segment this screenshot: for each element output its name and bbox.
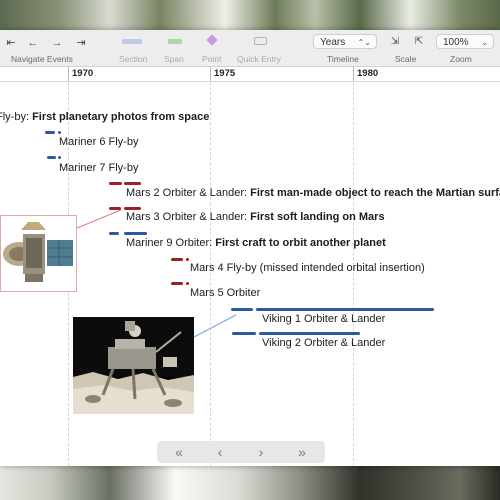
section-button[interactable]: Section: [119, 54, 147, 64]
event-highlight: First craft to orbit another planet: [215, 237, 386, 249]
event-bar[interactable]: [171, 282, 183, 285]
event-bar[interactable]: [47, 156, 56, 159]
event-bar[interactable]: [58, 156, 61, 159]
scale-shrink-icon[interactable]: ⇲: [386, 35, 404, 49]
ruler-year: 1980: [357, 68, 379, 79]
quick-entry-icon: [254, 37, 267, 45]
event-viking-2[interactable]: Viking 2 Orbiter & Lander: [262, 337, 385, 349]
event-bar[interactable]: [109, 232, 119, 235]
event-prefix: Mariner 9 Orbiter:: [126, 237, 216, 249]
span-icon: [168, 39, 182, 44]
timeline-select[interactable]: Years ⌃⌄: [313, 34, 377, 49]
next-page-icon[interactable]: ›: [241, 441, 281, 463]
event-bar[interactable]: [256, 308, 434, 311]
quick-entry-button[interactable]: Quick Entry: [237, 54, 281, 64]
event-prefix: Mars 3 Orbiter & Lander:: [126, 211, 251, 223]
scale-expand-icon[interactable]: ⇱: [410, 35, 428, 49]
previous-event-icon[interactable]: ←: [24, 36, 42, 50]
event-mars-4[interactable]: Mars 4 Fly-by (missed intended orbital i…: [190, 262, 425, 274]
span-button[interactable]: Span: [164, 54, 184, 64]
timeline-window: ⇤ ← → ⇥ Navigate Events Section Span Poi…: [0, 30, 500, 466]
event-mars-5[interactable]: Mars 5 Orbiter: [190, 287, 260, 299]
event-bar[interactable]: [231, 308, 253, 311]
event-prefix: Mars 2 Orbiter & Lander:: [126, 187, 251, 199]
event-bar[interactable]: [186, 282, 189, 285]
point-button[interactable]: Point: [202, 54, 221, 64]
mars-3-spacecraft-image[interactable]: [0, 215, 77, 292]
zoom-select[interactable]: 100% ⌄: [436, 34, 494, 49]
event-mariner-7[interactable]: Mariner 7 Fly-by: [59, 162, 138, 174]
ruler-year: 1970: [72, 68, 94, 79]
event-bar[interactable]: [109, 207, 121, 210]
previous-page-icon[interactable]: ‹: [200, 441, 240, 463]
navigate-events-label: Navigate Events: [11, 54, 73, 64]
chevron-down-icon: ⌄: [481, 38, 488, 47]
waterfall-image-top: [0, 0, 500, 30]
grid-line: [353, 82, 354, 466]
event-bar[interactable]: [124, 207, 141, 210]
event-prefix: Fly-by:: [0, 111, 29, 123]
last-page-icon[interactable]: »: [282, 441, 322, 463]
event-mars-2[interactable]: Mars 2 Orbiter & Lander: First man-made …: [126, 187, 500, 199]
event-bar[interactable]: [186, 258, 189, 261]
event-highlight: First man-made object to reach the Marti…: [250, 187, 500, 199]
event-mariner-9[interactable]: Mariner 9 Orbiter: First craft to orbit …: [126, 237, 386, 249]
connector-line-mars-3: [76, 209, 122, 229]
first-event-icon[interactable]: ⇤: [2, 36, 20, 50]
point-icon: [206, 34, 218, 46]
ruler-tick: [68, 67, 69, 81]
section-icon: [122, 39, 142, 44]
event-mariner-6[interactable]: Mariner 6 Fly-by: [59, 136, 138, 148]
event-mars-3[interactable]: Mars 3 Orbiter & Lander: First soft land…: [126, 211, 385, 223]
toolbar: ⇤ ← → ⇥ Navigate Events Section Span Poi…: [0, 30, 500, 67]
event-bar[interactable]: [109, 182, 122, 185]
event-bar[interactable]: [124, 232, 147, 235]
chevron-updown-icon: ⌃⌄: [357, 38, 371, 47]
page-navigation: « ‹ › »: [157, 441, 325, 463]
viking-lander-image[interactable]: [73, 317, 194, 414]
event-bar[interactable]: [232, 332, 256, 335]
zoom-label: Zoom: [450, 54, 472, 64]
event-mariner-4[interactable]: Fly-by: First planetary photos from spac…: [0, 111, 209, 123]
ruler-tick: [353, 67, 354, 81]
event-highlight: First planetary photos from space: [32, 111, 210, 123]
event-bar[interactable]: [259, 332, 360, 335]
event-viking-1[interactable]: Viking 1 Orbiter & Lander: [262, 313, 385, 325]
rock-image-bottom: [0, 466, 500, 500]
event-bar[interactable]: [171, 258, 183, 261]
timeline-select-value: Years: [320, 37, 346, 48]
timeline-label: Timeline: [327, 54, 359, 64]
event-highlight: First soft landing on Mars: [250, 211, 385, 223]
event-bar[interactable]: [45, 131, 55, 134]
last-event-icon[interactable]: ⇥: [72, 36, 90, 50]
next-event-icon[interactable]: →: [48, 36, 66, 50]
event-bar[interactable]: [124, 182, 141, 185]
year-ruler: 1970 1975 1980: [0, 67, 500, 82]
grid-line: [210, 82, 211, 466]
first-page-icon[interactable]: «: [159, 441, 199, 463]
ruler-year: 1975: [214, 68, 236, 79]
ruler-tick: [210, 67, 211, 81]
connector-line-viking-1: [193, 314, 237, 338]
event-bar[interactable]: [58, 131, 61, 134]
scale-label: Scale: [395, 54, 417, 64]
zoom-select-value: 100%: [443, 37, 469, 48]
